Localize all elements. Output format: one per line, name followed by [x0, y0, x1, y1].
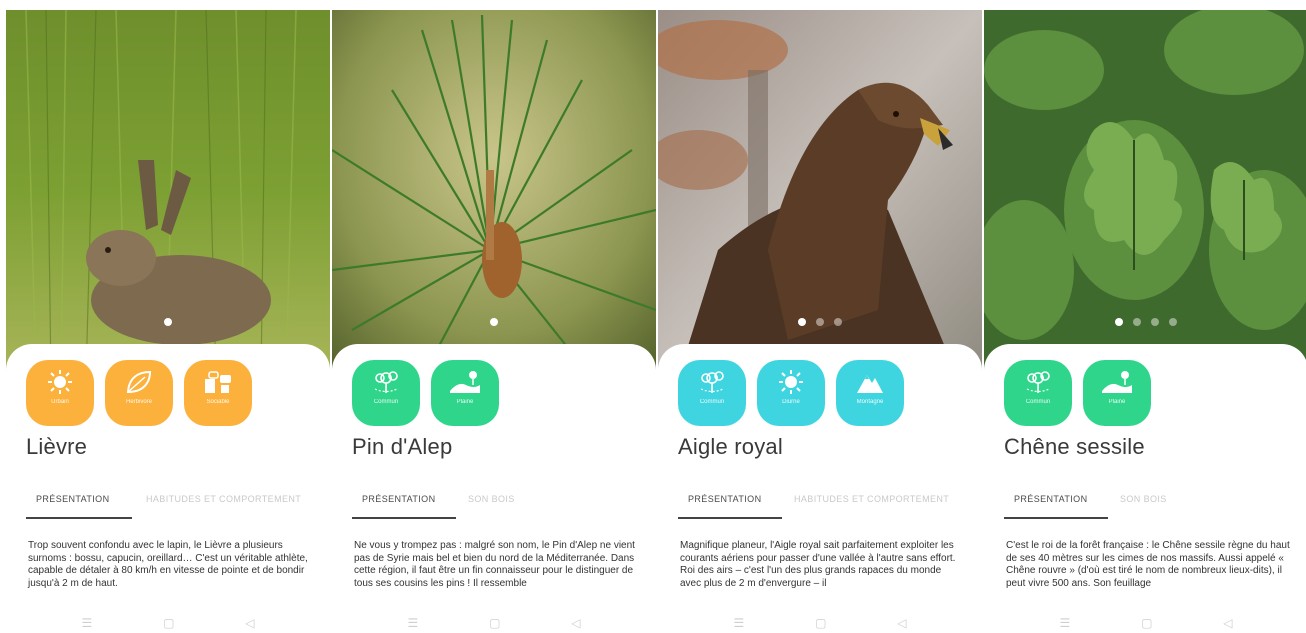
chip-urbain[interactable]: Urbain — [26, 360, 94, 426]
tab-bar: PRÉSENTATION SON BOIS — [1004, 494, 1294, 522]
back-triangle-icon[interactable]: ◁ — [897, 616, 906, 630]
sun-icon — [48, 370, 72, 394]
info-card: Commun Plaine Pin d'Alep PRÉSENTATION SO… — [332, 344, 656, 633]
tab-presentation[interactable]: PRÉSENTATION — [36, 494, 109, 504]
attribute-chips: Commun Plaine — [352, 360, 499, 426]
chip-montagne[interactable]: Montagne — [836, 360, 904, 426]
tab-son-bois[interactable]: SON BOIS — [1120, 494, 1167, 504]
tab-bar: PRÉSENTATION HABITUDES ET COMPORTEMENT — [26, 494, 316, 522]
map-pins-icon — [374, 371, 398, 394]
chip-diurne[interactable]: Diurne — [757, 360, 825, 426]
chip-commun[interactable]: Commun — [352, 360, 420, 426]
species-card-chene-sessile: Commun Plaine Chêne sessile PRÉSENTATION… — [984, 10, 1306, 633]
carousel-dot[interactable] — [164, 318, 172, 326]
carousel-dot[interactable] — [816, 318, 824, 326]
tab-bar: PRÉSENTATION SON BOIS — [352, 494, 642, 522]
chip-label: Commun — [1025, 399, 1051, 405]
system-nav-bar: ☰ ▢ ◁ — [658, 613, 982, 633]
chip-label: Montagne — [856, 399, 884, 405]
carousel-dot[interactable] — [490, 318, 498, 326]
carousel-dots — [984, 318, 1306, 326]
home-square-icon[interactable]: ▢ — [815, 616, 826, 630]
chip-label: Herbivore — [125, 399, 152, 405]
tab-habitudes[interactable]: HABITUDES ET COMPORTEMENT — [146, 494, 301, 504]
species-description: Magnifique planeur, l'Aigle royal sait p… — [680, 540, 956, 589]
carousel-dots — [332, 318, 656, 326]
species-title: Lièvre — [26, 434, 88, 459]
active-tab-indicator — [352, 517, 456, 519]
info-card: Urbain Herbivore Sociable Lièvre PRÉSENT… — [6, 344, 330, 633]
species-title: Aigle royal — [678, 434, 783, 459]
carousel-dots — [658, 318, 982, 326]
species-title: Chêne sessile — [1004, 434, 1145, 459]
menu-icon[interactable]: ☰ — [407, 616, 418, 630]
chip-commun[interactable]: Commun — [678, 360, 746, 426]
mountain-icon — [857, 375, 883, 393]
tab-son-bois[interactable]: SON BOIS — [468, 494, 515, 504]
map-pins-icon — [700, 371, 724, 394]
species-card-pin-alep: Commun Plaine Pin d'Alep PRÉSENTATION SO… — [332, 10, 656, 633]
species-card-lievre: Urbain Herbivore Sociable Lièvre PRÉSENT… — [6, 10, 330, 633]
tab-presentation[interactable]: PRÉSENTATION — [688, 494, 761, 504]
info-card: Commun Diurne Montagne Aigle royal PRÉSE… — [658, 344, 982, 633]
back-triangle-icon[interactable]: ◁ — [1223, 616, 1232, 630]
menu-icon[interactable]: ☰ — [81, 616, 92, 630]
sun-icon — [779, 370, 803, 394]
attribute-chips: Commun Diurne Montagne — [678, 360, 904, 426]
chip-label: Urbain — [51, 399, 69, 405]
chip-plaine[interactable]: Plaine — [431, 360, 499, 426]
chip-commun[interactable]: Commun — [1004, 360, 1072, 426]
species-title: Pin d'Alep — [352, 434, 453, 459]
home-square-icon[interactable]: ▢ — [489, 616, 500, 630]
system-nav-bar: ☰ ▢ ◁ — [6, 613, 330, 633]
speech-bubbles-icon — [205, 371, 231, 393]
chip-label: Sociable — [206, 399, 230, 405]
tab-habitudes[interactable]: HABITUDES ET COMPORTEMENT — [794, 494, 949, 504]
chip-label: Commun — [699, 399, 725, 405]
species-description: Trop souvent confondu avec le lapin, le … — [28, 540, 308, 589]
chip-label: Diurne — [782, 399, 800, 405]
carousel-dot[interactable] — [1169, 318, 1177, 326]
carousel-dot[interactable] — [834, 318, 842, 326]
carousel-dots — [6, 318, 330, 326]
system-nav-bar: ☰ ▢ ◁ — [332, 613, 656, 633]
back-triangle-icon[interactable]: ◁ — [245, 616, 254, 630]
carousel-dot[interactable] — [1133, 318, 1141, 326]
plain-landscape-icon — [450, 371, 480, 393]
info-card: Commun Plaine Chêne sessile PRÉSENTATION… — [984, 344, 1306, 633]
chip-plaine[interactable]: Plaine — [1083, 360, 1151, 426]
carousel-dot[interactable] — [1115, 318, 1123, 326]
menu-icon[interactable]: ☰ — [733, 616, 744, 630]
active-tab-indicator — [678, 517, 782, 519]
tab-presentation[interactable]: PRÉSENTATION — [362, 494, 435, 504]
home-square-icon[interactable]: ▢ — [1141, 616, 1152, 630]
carousel-dot[interactable] — [1151, 318, 1159, 326]
species-description: Ne vous y trompez pas : malgré son nom, … — [354, 540, 635, 589]
map-pins-icon — [1026, 371, 1050, 394]
tab-presentation[interactable]: PRÉSENTATION — [1014, 494, 1087, 504]
chip-label: Plaine — [1108, 399, 1126, 405]
species-description: C'est le roi de la forêt française : le … — [1006, 540, 1290, 589]
chip-label: Plaine — [456, 399, 474, 405]
screenshot-row: Urbain Herbivore Sociable Lièvre PRÉSENT… — [0, 0, 1306, 633]
attribute-chips: Commun Plaine — [1004, 360, 1151, 426]
active-tab-indicator — [26, 517, 132, 519]
carousel-dot[interactable] — [798, 318, 806, 326]
back-triangle-icon[interactable]: ◁ — [571, 616, 580, 630]
plain-landscape-icon — [1102, 371, 1132, 393]
species-card-aigle-royal: Commun Diurne Montagne Aigle royal PRÉSE… — [658, 10, 982, 633]
home-square-icon[interactable]: ▢ — [163, 616, 174, 630]
menu-icon[interactable]: ☰ — [1059, 616, 1070, 630]
leaf-icon — [126, 370, 152, 394]
tab-bar: PRÉSENTATION HABITUDES ET COMPORTEMENT — [678, 494, 968, 522]
chip-sociable[interactable]: Sociable — [184, 360, 252, 426]
chip-herbivore[interactable]: Herbivore — [105, 360, 173, 426]
system-nav-bar: ☰ ▢ ◁ — [984, 613, 1306, 633]
attribute-chips: Urbain Herbivore Sociable — [26, 360, 252, 426]
active-tab-indicator — [1004, 517, 1108, 519]
chip-label: Commun — [373, 399, 399, 405]
